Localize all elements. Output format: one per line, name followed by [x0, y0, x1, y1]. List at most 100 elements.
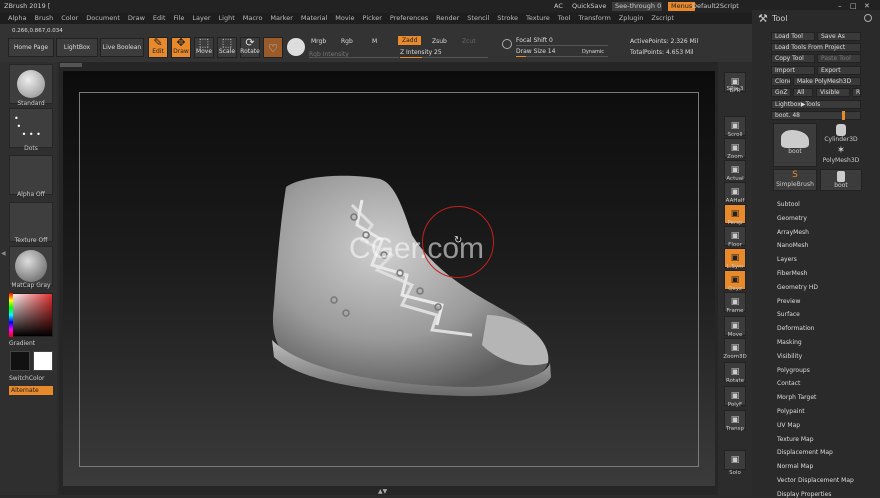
subpalette-masking[interactable]: Masking	[777, 339, 802, 346]
menu-brush[interactable]: Brush	[34, 13, 53, 24]
zcut-button[interactable]: Zcut	[462, 38, 476, 45]
menu-picker[interactable]: Picker	[363, 13, 382, 24]
copy-tool-button[interactable]: Copy Tool	[771, 54, 815, 63]
material-thumbnail[interactable]	[9, 246, 53, 286]
menu-material[interactable]: Material	[301, 13, 327, 24]
subpalette-fibermesh[interactable]: FiberMesh	[777, 270, 807, 277]
subpalette-displacement-map[interactable]: Displacement Map	[777, 449, 833, 456]
subpalette-texture-map[interactable]: Texture Map	[777, 436, 814, 443]
menu-stroke[interactable]: Stroke	[497, 13, 518, 24]
zadd-button[interactable]: Zadd	[398, 36, 422, 45]
goz-button[interactable]: GoZ	[771, 88, 791, 97]
texture-thumbnail[interactable]	[9, 202, 53, 242]
stroke-thumbnail[interactable]: • • • • •	[9, 108, 53, 148]
lightbox-button[interactable]: LightBox	[56, 38, 98, 57]
move-button[interactable]: ⬚ Move	[194, 37, 214, 58]
hue-strip[interactable]	[9, 293, 13, 337]
see-through-slider[interactable]: See-through 0	[612, 2, 662, 11]
subpalette-geometry-hd[interactable]: Geometry HD	[777, 284, 818, 291]
subpalette-layers[interactable]: Layers	[777, 256, 797, 263]
dynamic-button[interactable]: Dynamic	[582, 49, 604, 55]
draw-button[interactable]: ✥ Draw	[171, 37, 191, 58]
default-script[interactable]: Default2Script	[692, 0, 739, 13]
menu-preferences[interactable]: Preferences	[390, 13, 428, 24]
menu-texture[interactable]: Texture	[526, 13, 550, 24]
menu-tool[interactable]: Tool	[558, 13, 571, 24]
tool-thumb-simplebrush[interactable]: S SimpleBrush	[773, 169, 817, 191]
visible-button[interactable]: Visible	[816, 88, 850, 97]
rgb-button[interactable]: Rgb	[341, 38, 353, 45]
menu-stencil[interactable]: Stencil	[467, 13, 489, 24]
brush-thumbnail[interactable]	[9, 64, 53, 104]
scale-button[interactable]: ⬚ Scale	[217, 37, 237, 58]
menu-macro[interactable]: Macro	[243, 13, 263, 24]
subpalette-polypaint[interactable]: Polypaint	[777, 408, 805, 415]
mrgb-button[interactable]: Mrgb	[311, 38, 326, 45]
tool-thumb-boot-small[interactable]: boot	[820, 169, 862, 191]
menu-zscript[interactable]: Zscript	[651, 13, 674, 24]
menu-document[interactable]: Document	[86, 13, 120, 24]
subpalette-normal-map[interactable]: Normal Map	[777, 463, 813, 470]
color-picker[interactable]	[9, 293, 53, 337]
menu-edit[interactable]: Edit	[153, 13, 166, 24]
live-boolean-button[interactable]: Live Boolean	[100, 38, 144, 57]
subpalette-display-properties[interactable]: Display Properties	[777, 491, 831, 498]
load-tools-from-project-button[interactable]: Load Tools From Project	[771, 43, 861, 52]
subpalette-vector-displacement-map[interactable]: Vector Displacement Map	[777, 477, 854, 484]
load-tool-button[interactable]: Load Tool	[771, 32, 815, 41]
subpalette-surface[interactable]: Surface	[777, 311, 800, 318]
edit-button[interactable]: ✎ Edit	[148, 37, 168, 58]
tool-thumb-boot-main[interactable]: boot	[773, 123, 817, 167]
subpalette-visibility[interactable]: Visibility	[777, 353, 802, 360]
tool-thumb-cylinder[interactable]: Cylinder3D	[820, 123, 862, 144]
subpalette-subtool[interactable]: Subtool	[777, 201, 800, 208]
ac-button[interactable]: AC	[554, 0, 563, 13]
export-button[interactable]: Export	[817, 66, 861, 75]
primary-color-swatch[interactable]	[33, 351, 53, 371]
home-page-button[interactable]: Home Page	[8, 38, 54, 57]
make-polymesh-button[interactable]: Make PolyMesh3D	[793, 77, 861, 86]
m-button[interactable]: M	[372, 38, 377, 45]
alternate-button[interactable]: Alternate	[9, 386, 53, 395]
subpalette-contact[interactable]: Contact	[777, 380, 800, 387]
subpalette-geometry[interactable]: Geometry	[777, 215, 807, 222]
all-button[interactable]: All	[793, 88, 813, 97]
menu-marker[interactable]: Marker	[270, 13, 292, 24]
subpalette-polygroups[interactable]: Polygroups	[777, 367, 810, 374]
import-button[interactable]: Import	[771, 66, 815, 75]
subpalette-deformation[interactable]: Deformation	[777, 325, 814, 332]
save-as-button[interactable]: Save As	[817, 32, 861, 41]
sphere-brush-icon[interactable]	[287, 38, 305, 56]
menu-alpha[interactable]: Alpha	[8, 13, 26, 24]
tool-thumb-polymesh[interactable]: ✶ PolyMesh3D	[820, 145, 862, 167]
viewport-scroll-tab[interactable]	[60, 63, 82, 67]
menu-file[interactable]: File	[174, 13, 185, 24]
current-tool-slider[interactable]: boot. 48	[771, 111, 861, 120]
subpalette-preview[interactable]: Preview	[777, 298, 800, 305]
menu-color[interactable]: Color	[61, 13, 78, 24]
focal-shift-slider[interactable]: Focal Shift 0	[516, 37, 553, 44]
subpalette-arraymesh[interactable]: ArrayMesh	[777, 229, 809, 236]
quicksave-button[interactable]: QuickSave	[572, 0, 606, 13]
subpalette-nanomesh[interactable]: NanoMesh	[777, 242, 808, 249]
menu-render[interactable]: Render	[436, 13, 459, 24]
menu-zplugin[interactable]: Zplugin	[619, 13, 644, 24]
menu-draw[interactable]: Draw	[128, 13, 145, 24]
menu-movie[interactable]: Movie	[335, 13, 354, 24]
draw-size-slider[interactable]: Draw Size 14	[516, 48, 555, 55]
z-intensity-slider[interactable]: Z Intensity 25	[400, 49, 442, 56]
r-button[interactable]: R	[852, 88, 861, 97]
zsub-button[interactable]: Zsub	[432, 38, 447, 45]
paste-tool-button[interactable]: Paste Tool	[817, 54, 861, 63]
left-collapse-icon[interactable]: ◀	[1, 250, 6, 257]
shoe-model[interactable]	[262, 165, 562, 400]
menu-transform[interactable]: Transform	[578, 13, 610, 24]
material-swatch-button[interactable]: ♡	[263, 37, 283, 58]
secondary-color-swatch[interactable]	[10, 351, 30, 371]
menu-layer[interactable]: Layer	[192, 13, 210, 24]
menu-light[interactable]: Light	[219, 13, 235, 24]
palette-pin-icon[interactable]	[864, 14, 872, 22]
lightbox-tools-button[interactable]: Lightbox▶Tools	[771, 100, 861, 109]
rotate-button[interactable]: ⟳ Rotate	[240, 37, 260, 58]
bottom-collapse-icon[interactable]: ▲▼	[378, 488, 387, 495]
